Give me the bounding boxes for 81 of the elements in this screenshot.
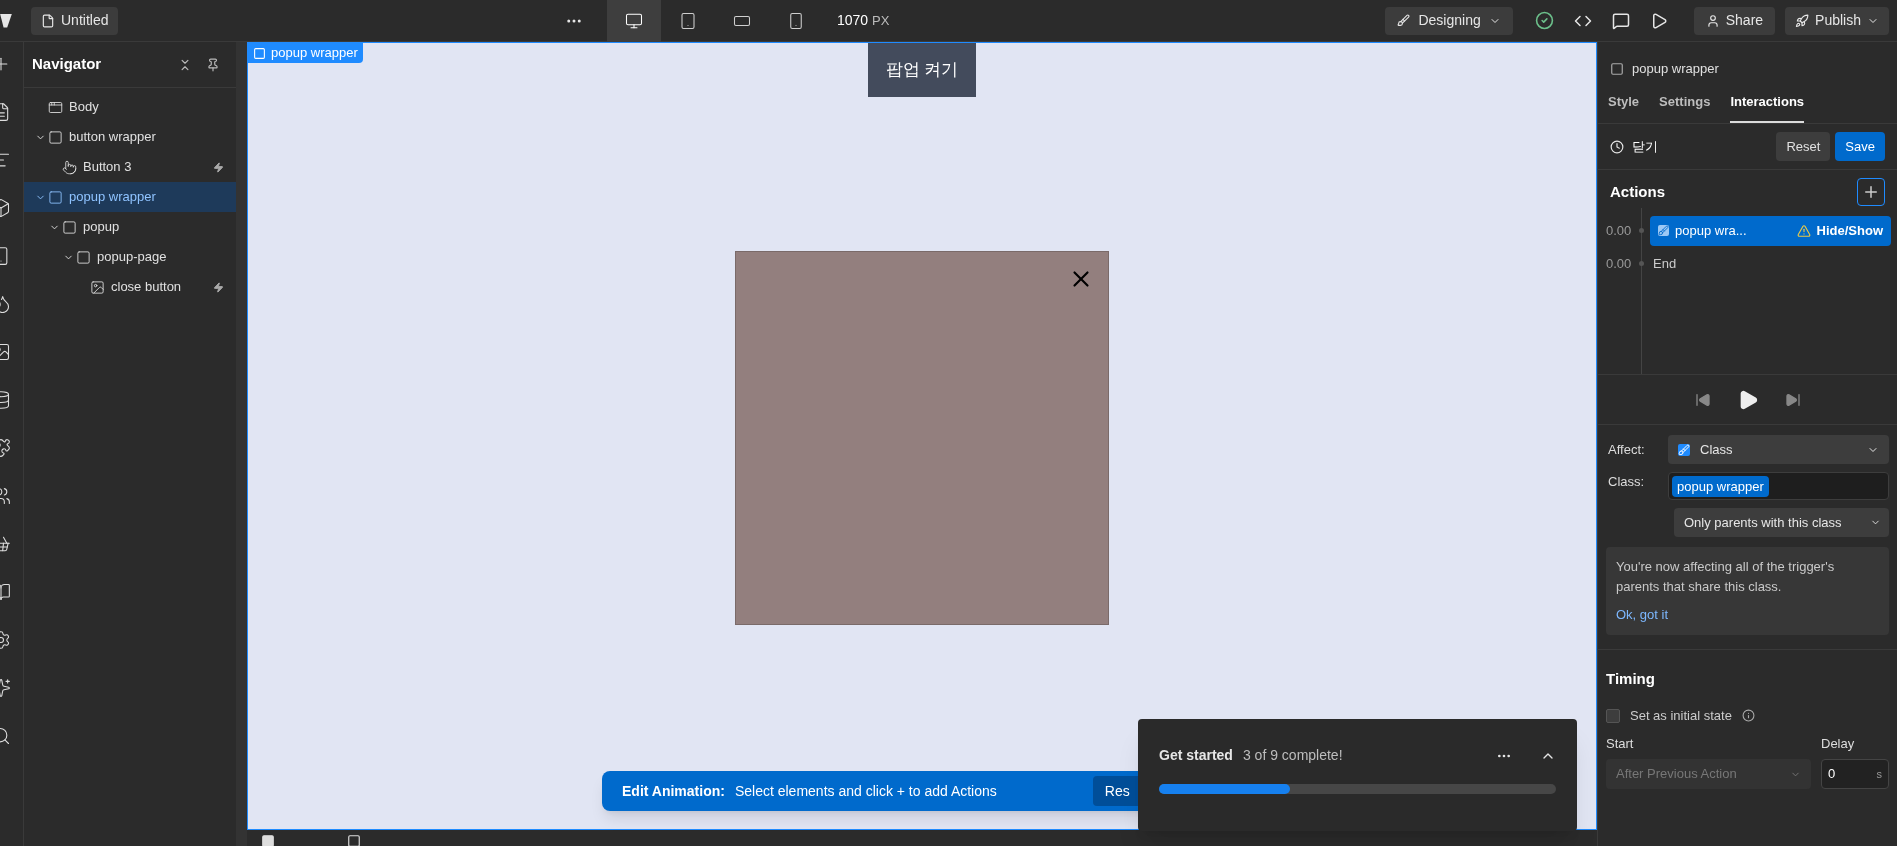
file-button[interactable]: Untitled bbox=[31, 6, 119, 35]
square-icon bbox=[48, 129, 63, 145]
logo-icon[interactable] bbox=[0, 13, 12, 28]
square-icon bbox=[1610, 62, 1624, 76]
affect-label: Affect: bbox=[1607, 440, 1646, 459]
action-target: popup wra... bbox=[1675, 221, 1748, 240]
navigator-item[interactable]: Body bbox=[24, 92, 236, 122]
timing-title: Timing bbox=[1606, 668, 1656, 689]
desktop-icon bbox=[624, 11, 643, 30]
canvas-width: 1070 bbox=[836, 11, 869, 30]
rocket-icon bbox=[1795, 13, 1810, 28]
brush-icon bbox=[1658, 225, 1669, 236]
element-name: popup wrapper bbox=[1632, 60, 1719, 79]
class-label: Class: bbox=[1607, 473, 1646, 491]
collapse-icon[interactable] bbox=[178, 57, 192, 72]
initial-state-checkbox[interactable] bbox=[1606, 708, 1620, 723]
plus-icon bbox=[1862, 183, 1880, 201]
open-popup-button[interactable]: 팝업 켜기 bbox=[867, 43, 977, 97]
start-dropdown: After Previous Action bbox=[1606, 759, 1811, 789]
panel-tab[interactable]: Interactions bbox=[1730, 91, 1805, 123]
get-started-title: Get started bbox=[1159, 746, 1233, 765]
user-icon bbox=[1705, 13, 1720, 28]
action-type: Hide/Show bbox=[1816, 221, 1883, 240]
square-icon bbox=[76, 249, 91, 265]
note-text: You're now affecting all of the trigger's parents that share this class. bbox=[1616, 558, 1836, 596]
hand-pointer-icon bbox=[62, 159, 77, 175]
skip-forward-icon[interactable] bbox=[1784, 391, 1801, 408]
pin-icon[interactable] bbox=[206, 57, 220, 72]
navigator-item[interactable]: popup-page bbox=[24, 242, 236, 272]
lightning-icon bbox=[213, 281, 224, 293]
navigator-item[interactable]: close button bbox=[24, 272, 236, 302]
navigator-item[interactable]: Button 3 bbox=[24, 152, 236, 182]
clock-icon bbox=[1610, 139, 1624, 154]
brush-icon bbox=[1397, 14, 1411, 27]
got-it-link[interactable]: Ok, got it bbox=[1616, 605, 1879, 625]
actions-title: Actions bbox=[1610, 181, 1666, 202]
navigator-item[interactable]: popup wrapper bbox=[24, 182, 236, 212]
square-icon bbox=[62, 219, 77, 235]
tablet-icon bbox=[678, 11, 697, 30]
breakpoint-button[interactable] bbox=[606, 0, 661, 42]
affect-dropdown[interactable]: Class bbox=[1668, 435, 1889, 464]
file-icon bbox=[41, 13, 55, 28]
edit-animation-label: Edit Animation: bbox=[622, 781, 725, 801]
initial-state-label: Set as initial state bbox=[1630, 707, 1732, 725]
add-action-button[interactable] bbox=[1857, 178, 1885, 206]
end-label: End bbox=[1653, 254, 1677, 273]
square-icon bbox=[253, 46, 266, 60]
warning-icon bbox=[1796, 223, 1811, 238]
class-tag[interactable]: popup wrapper bbox=[1672, 475, 1769, 497]
info-icon[interactable] bbox=[1741, 709, 1755, 723]
mode-dropdown[interactable]: Designing bbox=[1385, 6, 1513, 35]
publish-button[interactable]: Publish bbox=[1785, 6, 1889, 35]
action-time: 0.00 bbox=[1606, 254, 1633, 273]
selection-label: popup wrapper bbox=[248, 43, 363, 63]
navigator-item[interactable]: button wrapper bbox=[24, 122, 236, 152]
comment-icon[interactable] bbox=[1611, 11, 1630, 30]
panel-tab[interactable]: Style bbox=[1608, 91, 1640, 123]
lightning-icon bbox=[213, 161, 224, 173]
reset-button[interactable]: Reset bbox=[1776, 132, 1831, 161]
delay-label: Delay bbox=[1821, 734, 1856, 753]
navigator-title: Navigator bbox=[32, 54, 103, 75]
scope-dropdown[interactable]: Only parents with this class bbox=[1674, 508, 1889, 537]
action-item[interactable]: popup wra... Hide/Show bbox=[1650, 215, 1891, 246]
brush-icon bbox=[1678, 443, 1690, 456]
trigger-name: 닫기 bbox=[1632, 137, 1659, 156]
start-label: Start bbox=[1606, 734, 1635, 753]
window-icon bbox=[48, 99, 63, 115]
navigator-item[interactable]: popup bbox=[24, 212, 236, 242]
delay-field[interactable]: 0 s bbox=[1821, 759, 1889, 789]
share-button[interactable]: Share bbox=[1693, 6, 1776, 35]
action-time: 0.00 bbox=[1606, 221, 1633, 240]
width-unit: PX bbox=[872, 11, 890, 30]
square-icon bbox=[48, 189, 63, 205]
edit-animation-hint: Select elements and click + to add Actions bbox=[734, 781, 997, 801]
class-field[interactable]: popup wrapper bbox=[1668, 472, 1889, 500]
save-button[interactable]: Save bbox=[1835, 132, 1885, 161]
image-icon bbox=[90, 279, 105, 295]
panel-tab[interactable]: Settings bbox=[1659, 91, 1711, 123]
progress-text: 3 of 9 complete! bbox=[1242, 746, 1343, 765]
skip-back-icon[interactable] bbox=[1694, 391, 1711, 408]
check-circle-icon[interactable] bbox=[1534, 11, 1554, 30]
